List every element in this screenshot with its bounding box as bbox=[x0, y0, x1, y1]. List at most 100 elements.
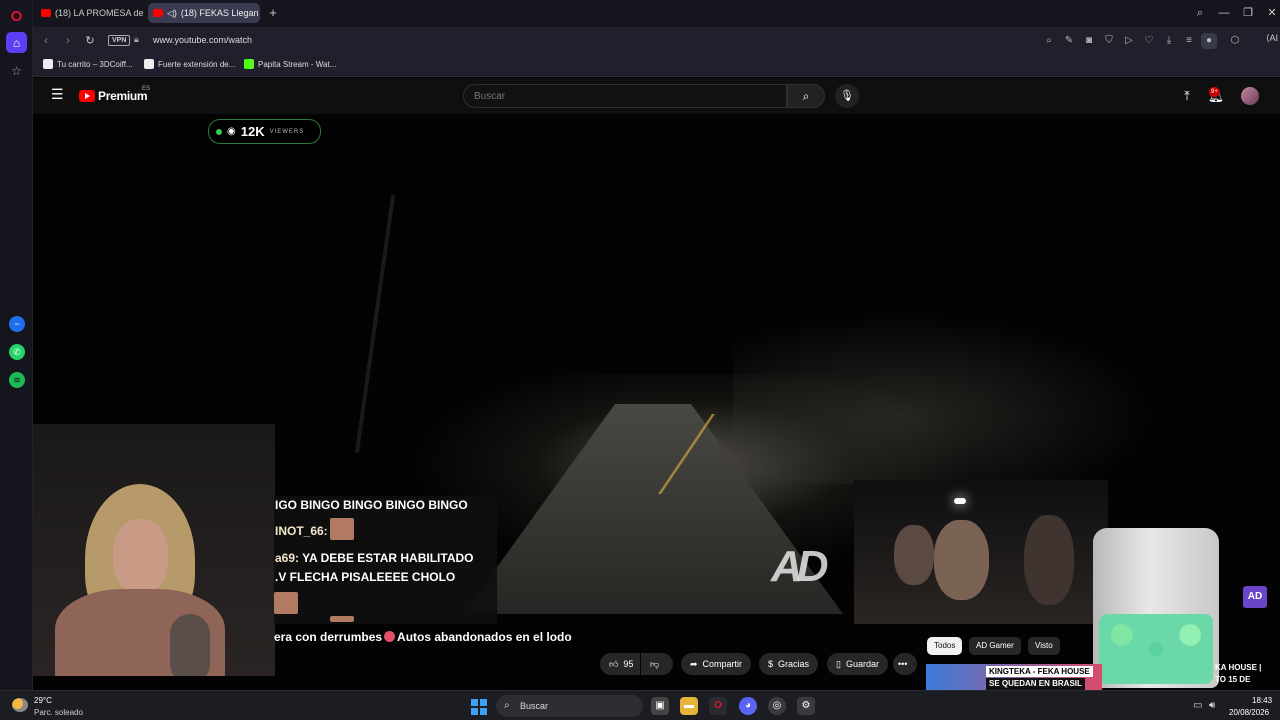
chat-emote-icon bbox=[330, 518, 354, 540]
opera-taskbar-icon[interactable]: O bbox=[709, 697, 727, 715]
chat-username: a69: bbox=[275, 551, 300, 565]
play-icon[interactable]: ▷ bbox=[1121, 33, 1137, 49]
clock-date[interactable]: 20/08/2026 bbox=[1229, 708, 1269, 717]
menu-icon[interactable]: ≡ bbox=[1181, 33, 1197, 49]
like-button[interactable]: 👍︎ 95 bbox=[600, 653, 640, 675]
video-player[interactable]: ◉ 12K VIEWERS IGO BINGO BINGO BINGO BING… bbox=[33, 114, 1280, 690]
recommendation-title[interactable]: KA HOUSE | TO 15 DE bbox=[1215, 662, 1261, 686]
search-input[interactable] bbox=[463, 84, 787, 108]
search-button[interactable]: ⌕ bbox=[787, 84, 825, 108]
passenger bbox=[1024, 515, 1074, 605]
share-button[interactable]: ➦ Compartir bbox=[681, 653, 752, 675]
weather-icon[interactable] bbox=[12, 698, 28, 712]
webcam-arm bbox=[170, 614, 210, 676]
chat-message: a69: YA DEBE ESTAR HABILITADO bbox=[275, 551, 474, 565]
title-text: Autos abandonados en el lodo bbox=[397, 630, 572, 644]
rock-wall bbox=[733, 314, 1153, 484]
settings-icon[interactable]: ⚙ bbox=[797, 697, 815, 715]
chat-text: YA DEBE ESTAR HABILITADO bbox=[299, 551, 474, 565]
passenger bbox=[894, 525, 934, 585]
new-tab-button[interactable]: + bbox=[265, 5, 281, 21]
weather-description[interactable]: Parc. soleado bbox=[34, 708, 83, 717]
windows-start-icon[interactable] bbox=[471, 699, 487, 715]
upload-icon[interactable]: ⤒ bbox=[1177, 86, 1197, 106]
network-icon[interactable]: ▭ bbox=[1193, 700, 1202, 711]
eye-icon: ◉ bbox=[227, 126, 236, 137]
microphone-icon[interactable]: 🎙︎ bbox=[835, 84, 859, 108]
edit-icon[interactable]: ✎ bbox=[1061, 33, 1077, 49]
jar-overlay bbox=[1093, 528, 1219, 688]
dislike-button[interactable]: 👎︎ bbox=[641, 653, 673, 675]
clock-time[interactable]: 18:43 bbox=[1252, 696, 1272, 705]
profile-icon[interactable]: ● bbox=[1201, 33, 1217, 49]
discord-icon[interactable]: ◕ bbox=[739, 697, 757, 715]
ai-button[interactable]: ⟨AI bbox=[1266, 33, 1278, 44]
screen: O ⌂ ☆ ~ ✆ ≋ (18) LA PROMESA de Kin ◁) (1… bbox=[0, 0, 1280, 720]
thumbs-up-icon: 👍︎ bbox=[609, 658, 619, 669]
search-tabs-icon[interactable]: ⌕ bbox=[1190, 5, 1210, 21]
notification-badge: 9+ bbox=[1209, 87, 1220, 97]
sign-pole bbox=[354, 194, 396, 454]
task-view-icon[interactable]: ▣ bbox=[651, 697, 669, 715]
thanks-button[interactable]: $ Gracias bbox=[759, 653, 819, 675]
bookmark-label: Tu carrito – 3DCoiff... bbox=[57, 59, 133, 69]
taskbar-search[interactable]: Buscar bbox=[496, 695, 643, 717]
chip-visto[interactable]: Visto bbox=[1028, 637, 1060, 655]
video-title: era con derrumbes Autos abandonados en el… bbox=[274, 630, 572, 644]
recommendation-thumbnail[interactable]: KINGTEKA - FEKA HOUSE SE QUEDAN EN BRASI… bbox=[926, 664, 1102, 691]
tab-bar: (18) LA PROMESA de Kin ◁) (18) FEKAS Lle… bbox=[33, 0, 1280, 27]
chat-username: INOT_66: bbox=[275, 524, 328, 538]
youtube-logo[interactable]: Premium bbox=[79, 89, 148, 103]
more-actions-button[interactable]: ••• bbox=[893, 653, 917, 675]
avatar[interactable] bbox=[1241, 87, 1259, 105]
vpn-badge[interactable]: VPN bbox=[108, 35, 131, 46]
opera-logo-icon[interactable]: O bbox=[6, 6, 27, 27]
camera-icon[interactable]: ◙ bbox=[1081, 33, 1097, 49]
bookmark-3dcoiff[interactable]: Tu carrito – 3DCoiff... bbox=[43, 59, 133, 69]
extensions-icon[interactable]: ⬡ bbox=[1227, 33, 1243, 49]
close-button[interactable]: ✕ bbox=[1262, 5, 1280, 21]
whatsapp-icon[interactable]: ✆ bbox=[9, 344, 25, 360]
lock-icon[interactable]: 🔒︎ bbox=[134, 34, 139, 45]
hamburger-menu-icon[interactable]: ☰ bbox=[51, 87, 65, 101]
search-icon[interactable]: ⌕ bbox=[1041, 33, 1057, 49]
bookmark-extension[interactable]: Fuerte extensión de... bbox=[144, 59, 235, 69]
like-count: 95 bbox=[623, 659, 634, 669]
reload-button[interactable]: ↻ bbox=[82, 33, 98, 49]
star-icon[interactable]: ☆ bbox=[6, 60, 27, 81]
share-label: Compartir bbox=[702, 659, 743, 669]
chat-text: IGO BINGO BINGO BINGO BINGO bbox=[275, 498, 468, 512]
home-icon[interactable]: ⌂ bbox=[6, 32, 27, 53]
url-field[interactable]: www.youtube.com/watch bbox=[153, 35, 252, 45]
viewer-label: VIEWERS bbox=[269, 128, 305, 135]
search-icon: ⌕ bbox=[504, 700, 510, 711]
chip-todos[interactable]: Todos bbox=[927, 637, 963, 655]
chip-ad-gamer[interactable]: AD Gamer bbox=[969, 637, 1021, 655]
bookmark-papita-stream[interactable]: Papita Stream - Wat... bbox=[244, 59, 336, 69]
minimize-button[interactable]: — bbox=[1214, 5, 1234, 21]
file-explorer-icon[interactable]: ▬ bbox=[680, 697, 698, 715]
back-button[interactable]: ‹ bbox=[38, 33, 54, 49]
volume-icon[interactable]: 🔊︎ bbox=[1209, 700, 1215, 711]
forward-button[interactable]: › bbox=[60, 33, 76, 49]
chat-message: INOT_66: bbox=[275, 524, 328, 538]
viewer-counter: ◉ 12K VIEWERS bbox=[208, 119, 321, 144]
kick-favicon-icon bbox=[244, 59, 254, 69]
shield-icon[interactable]: ⛉ bbox=[1101, 33, 1117, 49]
save-button[interactable]: ▯ Guardar bbox=[827, 653, 888, 675]
spotify-icon[interactable]: ≋ bbox=[9, 372, 25, 388]
channel-badge-logo: AD bbox=[1243, 586, 1267, 608]
heart-icon[interactable]: ♡ bbox=[1141, 33, 1157, 49]
restore-button[interactable]: ❐ bbox=[1238, 5, 1258, 21]
tab-la-promesa[interactable]: (18) LA PROMESA de Kin bbox=[36, 3, 146, 23]
app-icon[interactable]: ◎ bbox=[768, 697, 786, 715]
tab-fekas[interactable]: ◁) (18) FEKAS Llegan a la bbox=[148, 3, 260, 23]
brand-label: Premium bbox=[98, 89, 148, 103]
messenger-icon[interactable]: ~ bbox=[9, 316, 25, 332]
download-icon[interactable]: ⤓ bbox=[1161, 33, 1177, 49]
taskbar: 29°C Parc. soleado Buscar ⌕ ▣ ▬ O ◕ ◎ ⚙ … bbox=[0, 690, 1280, 720]
chat-overlay: IGO BINGO BINGO BINGO BINGO INOT_66: a69… bbox=[274, 496, 497, 624]
weather-temperature[interactable]: 29°C bbox=[34, 696, 52, 705]
recommendation-title-line: KA HOUSE | bbox=[1215, 663, 1262, 672]
speaker-icon[interactable]: ◁) bbox=[167, 8, 177, 19]
